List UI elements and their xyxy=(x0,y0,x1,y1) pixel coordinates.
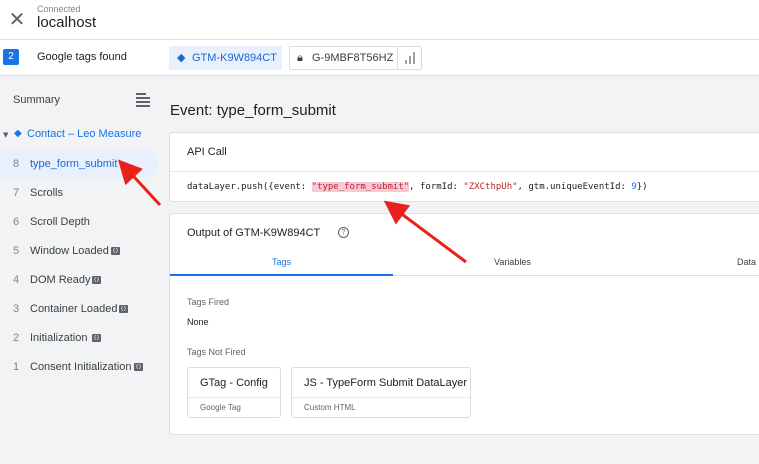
tab-variables[interactable]: Variables xyxy=(494,257,531,267)
tag-count-badge: 2 xyxy=(3,49,19,65)
event-item-dom-ready[interactable]: 4 DOM Ready {} xyxy=(0,265,158,294)
tag-type: Custom HTML xyxy=(304,403,356,412)
gtm-container-chip[interactable]: ◆ GTM-K9W894CT xyxy=(169,46,282,70)
api-call-card: API Call dataLayer.push({event: "type_fo… xyxy=(169,132,759,202)
help-icon[interactable]: ? xyxy=(338,227,349,238)
event-number: 1 xyxy=(13,361,20,373)
divider xyxy=(188,397,280,398)
summary-link[interactable]: Summary xyxy=(13,94,60,106)
tags-fired-value: None xyxy=(187,317,209,327)
event-name: Initialization xyxy=(30,332,88,344)
tag-name: GTag - Config xyxy=(200,377,268,389)
event-number: 8 xyxy=(13,158,20,170)
event-name: Window Loaded xyxy=(30,245,109,257)
event-name: Container Loaded xyxy=(30,303,118,315)
event-item-container-loaded[interactable]: 3 Container Loaded {} xyxy=(0,294,158,323)
tab-data[interactable]: Data xyxy=(737,257,756,267)
top-bar: ✕ Connected localhost xyxy=(0,0,759,40)
signal-bars-icon[interactable] xyxy=(397,47,421,69)
output-title: Output of GTM-K9W894CT xyxy=(187,227,321,239)
event-item-initialization[interactable]: 2 Initialization {} xyxy=(0,323,158,352)
divider xyxy=(170,171,759,172)
event-item-scrolls[interactable]: 7 Scrolls xyxy=(0,178,158,207)
event-number: 2 xyxy=(13,332,20,344)
connection-status: Connected xyxy=(37,4,81,14)
api-badge-icon: {} xyxy=(119,305,128,313)
caret-down-icon: ▼ xyxy=(3,131,9,139)
code-event-value: "type_form_submit" xyxy=(311,182,410,192)
api-badge-icon: {} xyxy=(134,363,143,371)
code-form-id: "ZXCthpUh" xyxy=(463,182,518,192)
chip-label: GTM-K9W894CT xyxy=(192,52,277,64)
event-number: 4 xyxy=(13,274,20,286)
event-item-consent-initialization[interactable]: 1 Consent Initialization {} xyxy=(0,352,158,381)
event-item-window-loaded[interactable]: 5 Window Loaded {} xyxy=(0,236,158,265)
code-middle: , formId: xyxy=(409,182,464,192)
ga-tag-chip[interactable]: 🔒︎ G-9MBF8T56HZ xyxy=(289,46,422,70)
event-name: Scroll Depth xyxy=(30,216,90,228)
tag-type: Google Tag xyxy=(200,403,241,412)
tag-name: JS - TypeForm Submit DataLayer xyxy=(304,377,468,389)
event-item-scroll-depth[interactable]: 6 Scroll Depth xyxy=(0,207,158,236)
event-number: 7 xyxy=(13,187,20,199)
event-name: Scrolls xyxy=(30,187,64,199)
code-suffix: }) xyxy=(636,182,648,192)
tags-not-fired-label: Tags Not Fired xyxy=(187,347,246,357)
page-group-label: Contact – Leo Measure xyxy=(27,128,142,140)
gtm-diamond-icon: ◆ xyxy=(14,128,22,139)
gtm-diamond-icon: ◆ xyxy=(177,51,186,64)
code-prefix: dataLayer.push({event: xyxy=(187,182,312,192)
tags-found-label: Google tags found xyxy=(37,51,127,63)
tag-card-js-typeform[interactable]: JS - TypeForm Submit DataLayer Custom HT… xyxy=(291,367,471,418)
event-number: 5 xyxy=(13,245,20,257)
event-number: 3 xyxy=(13,303,20,315)
event-item-type-form-submit[interactable]: 8 type_form_submit xyxy=(0,149,158,178)
tag-card-gtag-config[interactable]: GTag - Config Google Tag xyxy=(187,367,281,418)
api-badge-icon: {} xyxy=(111,247,120,255)
event-title: Event: type_form_submit xyxy=(170,102,336,119)
tags-found-bar: 2 Google tags found ◆ GTM-K9W894CT 🔒︎ G-… xyxy=(0,40,759,76)
lock-icon: 🔒︎ xyxy=(297,51,303,64)
connected-host: localhost xyxy=(37,14,97,31)
output-tabs: Tags Variables Data xyxy=(170,250,759,276)
event-name: Consent Initialization xyxy=(30,361,132,373)
api-badge-icon: {} xyxy=(92,276,101,284)
tags-fired-label: Tags Fired xyxy=(187,297,230,307)
tab-tags[interactable]: Tags xyxy=(272,257,291,267)
close-icon[interactable]: ✕ xyxy=(6,9,28,31)
chip-label: G-9MBF8T56HZ xyxy=(312,52,394,64)
event-number: 6 xyxy=(13,216,20,228)
event-name: type_form_submit xyxy=(30,158,118,170)
output-card: Output of GTM-K9W894CT ? Tags Variables … xyxy=(169,213,759,435)
api-call-header: API Call xyxy=(187,146,227,158)
divider xyxy=(292,397,470,398)
event-sidebar: Summary ▼ ◆ Contact – Leo Measure 8 type… xyxy=(0,76,160,464)
active-tab-indicator xyxy=(170,274,393,276)
api-badge-icon: {} xyxy=(92,334,101,342)
code-after: , gtm.uniqueEventId: xyxy=(517,182,632,192)
api-call-code: dataLayer.push({event: "type_form_submit… xyxy=(187,182,648,192)
clear-messages-icon[interactable] xyxy=(136,93,150,107)
event-name: DOM Ready xyxy=(30,274,91,286)
